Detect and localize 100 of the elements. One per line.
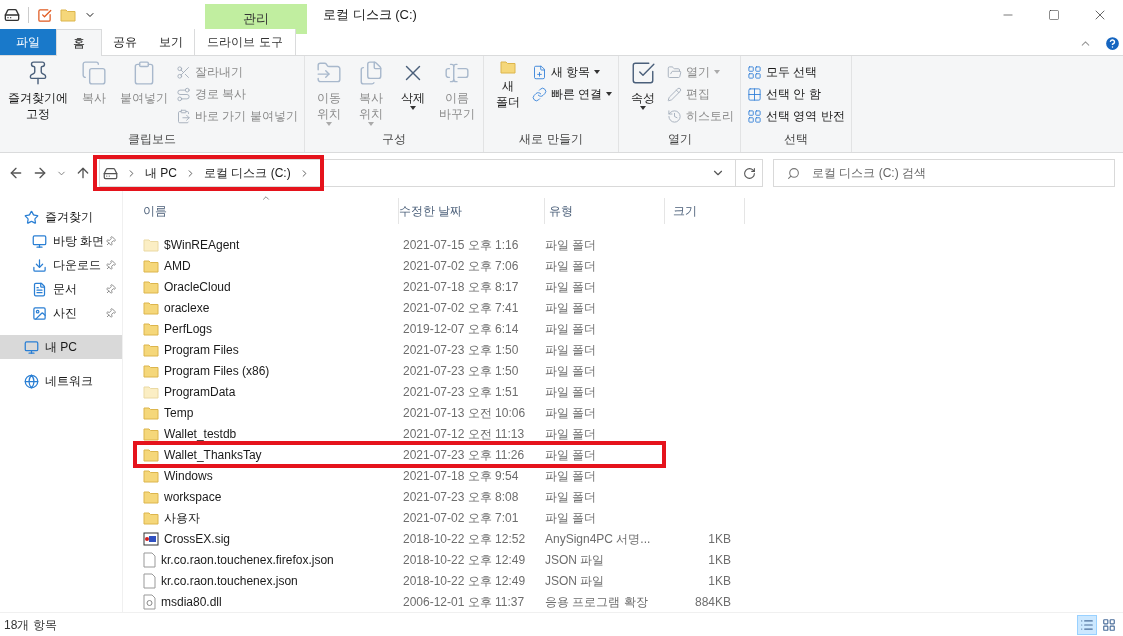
file-name[interactable]: workspace bbox=[164, 487, 222, 506]
ribbon-button-label: 복사 bbox=[358, 90, 383, 106]
table-cell-text: 2018-10-22 오후 12:49 bbox=[403, 572, 527, 590]
ribbon-button-label: 이동 bbox=[316, 90, 341, 106]
ribbon-group-title: 새로 만들기 bbox=[518, 131, 584, 148]
column-header[interactable]: 이름 bbox=[143, 198, 399, 224]
ribbon-small-button[interactable]: 빠른 연결 bbox=[531, 84, 612, 104]
paste-icon bbox=[176, 108, 191, 124]
list-icon bbox=[1080, 617, 1094, 632]
table-cell-text: 파일 폴더 bbox=[545, 404, 598, 422]
properties-icon[interactable] bbox=[37, 7, 52, 23]
document-icon bbox=[32, 281, 47, 297]
drive-icon[interactable] bbox=[4, 7, 20, 23]
file-name[interactable]: Program Files (x86) bbox=[164, 361, 270, 380]
table-cell-text: 2006-12-01 오후 11:37 bbox=[403, 593, 526, 611]
file-name[interactable]: AMD bbox=[164, 256, 191, 275]
ribbon-button-label: 속성 bbox=[631, 90, 655, 106]
table-cell-text: 2021-07-18 오후 8:17 bbox=[403, 278, 520, 296]
ribbon-small-button[interactable]: 선택 영역 반전 bbox=[747, 106, 845, 126]
ribbon-button-label: 바꾸기 bbox=[438, 106, 475, 122]
file-name[interactable]: OracleCloud bbox=[164, 277, 231, 296]
help-icon[interactable] bbox=[1104, 35, 1121, 52]
table-cell-text: JSON 파일 bbox=[545, 551, 606, 569]
maximize-icon bbox=[1048, 9, 1060, 21]
ribbon-button-label: 고정 bbox=[26, 106, 50, 122]
ribbon-button[interactable]: 새 폴더 bbox=[487, 60, 528, 130]
details-view-button[interactable] bbox=[1077, 614, 1097, 635]
file-name[interactable]: Windows bbox=[164, 466, 213, 485]
new-item-icon bbox=[531, 64, 547, 80]
table-cell-text: 2021-07-12 오전 11:13 bbox=[403, 425, 526, 443]
file-name[interactable]: msdia80.dll bbox=[161, 592, 222, 611]
ribbon-button-label: 폴더 bbox=[495, 94, 520, 110]
item-count: 18개 항목 bbox=[4, 616, 57, 634]
address-bar[interactable] bbox=[99, 159, 763, 187]
ribbon-button-label: 삭제 bbox=[400, 90, 425, 106]
breadcrumb[interactable]: 내 PC bbox=[145, 164, 177, 182]
ribbon-button-label: 위치 bbox=[316, 106, 341, 122]
copy-icon bbox=[81, 60, 107, 86]
ribbon-tab[interactable]: 공유 bbox=[102, 29, 148, 55]
column-header[interactable]: 크기 bbox=[665, 198, 745, 224]
file-name[interactable]: kr.co.raon.touchenex.json bbox=[161, 571, 298, 590]
open-icon bbox=[667, 64, 682, 80]
ribbon-small-button[interactable]: 새 항목 bbox=[531, 62, 612, 82]
ribbon-button[interactable]: 즐겨찾기에 고정 bbox=[4, 60, 72, 130]
ribbon-tab[interactable]: 홈 bbox=[56, 29, 102, 56]
breadcrumb[interactable]: 로컬 디스크 (C:) bbox=[204, 164, 291, 182]
file-name[interactable]: oraclexe bbox=[164, 298, 210, 317]
file-name[interactable]: Wallet_testdb bbox=[164, 424, 237, 443]
table-cell-text: 파일 폴더 bbox=[545, 488, 598, 506]
ribbon-tab[interactable]: 파일 bbox=[0, 29, 56, 55]
document-icon bbox=[143, 551, 156, 568]
sidebar-item[interactable]: 네트워크 bbox=[0, 369, 122, 393]
file-name[interactable]: $WinREAgent bbox=[164, 235, 240, 254]
file-name[interactable]: Wallet_ThanksTay bbox=[164, 445, 262, 464]
ribbon-button[interactable]: 속성 bbox=[623, 60, 663, 130]
sidebar-item[interactable]: 바탕 화면 bbox=[32, 232, 105, 250]
file-name[interactable]: 사용자 bbox=[164, 508, 200, 527]
back-icon[interactable] bbox=[8, 165, 24, 181]
ribbon-button-label: 즐겨찾기에 bbox=[8, 90, 68, 106]
sidebar-item[interactable]: 문서 bbox=[32, 280, 77, 298]
folder-icon bbox=[143, 510, 159, 525]
folder-icon bbox=[143, 405, 159, 420]
ribbon-tab[interactable]: 드라이브 도구 bbox=[194, 29, 296, 55]
scissors-icon bbox=[176, 64, 191, 80]
folder-icon bbox=[60, 8, 76, 22]
table-cell-text: 파일 폴더 bbox=[545, 278, 598, 296]
file-name[interactable]: CrossEX.sig bbox=[164, 529, 231, 548]
folder-icon bbox=[143, 237, 159, 252]
folder-icon bbox=[143, 363, 159, 378]
file-name[interactable]: ProgramData bbox=[164, 382, 236, 401]
certificate-icon bbox=[143, 530, 159, 547]
forward-icon[interactable] bbox=[32, 165, 48, 181]
ribbon-small-button[interactable]: 모두 선택 bbox=[747, 62, 845, 82]
ribbon-button[interactable]: 삭제 bbox=[392, 60, 433, 130]
table-cell-text: 2021-07-23 오후 1:50 bbox=[403, 341, 520, 359]
drive-icon bbox=[103, 165, 118, 181]
ribbon-tab[interactable]: 보기 bbox=[148, 29, 194, 55]
file-name[interactable]: PerfLogs bbox=[164, 319, 213, 338]
sidebar-item[interactable]: 다운로드 bbox=[32, 256, 101, 274]
table-cell-text: 파일 폴더 bbox=[545, 509, 598, 527]
table-cell-text: 파일 폴더 bbox=[545, 299, 598, 317]
column-header[interactable]: 수정한 날짜 bbox=[399, 198, 545, 224]
ribbon-small-button[interactable]: 선택 안 함 bbox=[747, 84, 845, 104]
column-header[interactable]: 유형 bbox=[545, 198, 665, 224]
folder-icon bbox=[143, 279, 159, 294]
picture-icon bbox=[32, 305, 47, 321]
sidebar-item[interactable]: 내 PC bbox=[0, 335, 122, 359]
table-cell-text: 파일 폴더 bbox=[545, 425, 598, 443]
document-icon bbox=[143, 572, 156, 589]
table-cell-text: 파일 폴더 bbox=[545, 446, 598, 464]
sidebar-item[interactable]: 즐겨찾기 bbox=[0, 205, 122, 229]
ribbon-button-label: 이름 bbox=[444, 90, 469, 106]
star-icon bbox=[24, 209, 39, 225]
up-icon[interactable] bbox=[75, 165, 91, 181]
file-name[interactable]: kr.co.raon.touchenex.firefox.json bbox=[161, 550, 334, 569]
search-field[interactable]: 로컬 디스크 (C:) 검색 bbox=[773, 159, 1115, 187]
file-name[interactable]: Program Files bbox=[164, 340, 239, 359]
ribbon-button-label: 위치 bbox=[358, 106, 383, 122]
file-name[interactable]: Temp bbox=[164, 403, 194, 422]
sidebar-item[interactable]: 사진 bbox=[32, 304, 77, 322]
